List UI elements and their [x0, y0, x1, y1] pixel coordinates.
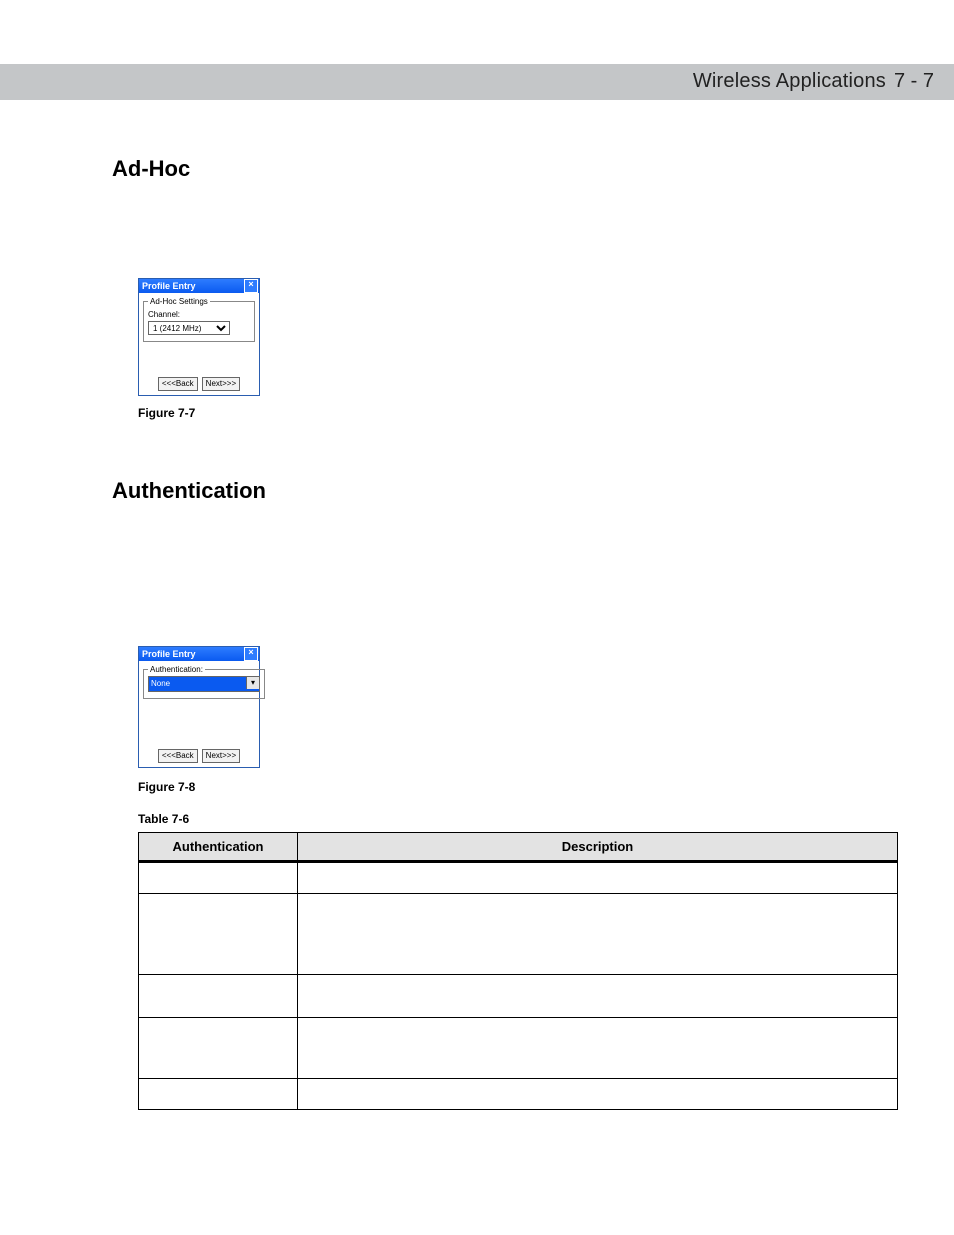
- table-header-authentication: Authentication: [139, 833, 298, 862]
- dialog-titlebar: Profile Entry ×: [139, 647, 259, 661]
- table-row: [139, 1018, 898, 1079]
- table-cell-auth: [139, 1079, 298, 1110]
- dialog-title: Profile Entry: [142, 281, 196, 291]
- header-title: Wireless Applications: [693, 70, 886, 93]
- authentication-table: Authentication Description: [138, 832, 898, 1110]
- profile-entry-dialog-auth: Profile Entry × Authentication: None ▾ <…: [138, 646, 260, 768]
- section-heading-adhoc: Ad-Hoc: [112, 156, 190, 182]
- table-cell-auth: [139, 862, 298, 894]
- authentication-group: Authentication: None ▾: [143, 665, 265, 699]
- table-cell-auth: [139, 894, 298, 975]
- figure-caption-7-8: Figure 7-8: [138, 780, 195, 794]
- table-row: [139, 1079, 898, 1110]
- back-button[interactable]: <<<Back: [158, 749, 198, 763]
- table-cell-desc: [298, 1079, 898, 1110]
- table-cell-auth: [139, 1018, 298, 1079]
- next-button[interactable]: Next>>>: [202, 749, 240, 763]
- adhoc-settings-group: Ad-Hoc Settings Channel: 1 (2412 MHz): [143, 297, 255, 342]
- authentication-value: None: [151, 678, 170, 690]
- channel-label: Channel:: [148, 310, 250, 319]
- dialog-button-row: <<<Back Next>>>: [139, 749, 259, 763]
- group-legend: Authentication:: [148, 665, 205, 674]
- next-button[interactable]: Next>>>: [202, 377, 240, 391]
- figure-caption-7-7: Figure 7-7: [138, 406, 195, 420]
- header-page-number: 7 - 7: [894, 70, 934, 93]
- close-icon[interactable]: ×: [244, 647, 258, 661]
- table-row: [139, 894, 898, 975]
- section-heading-authentication: Authentication: [112, 478, 266, 504]
- dialog-title: Profile Entry: [142, 649, 196, 659]
- document-page: Wireless Applications 7 - 7 Ad-Hoc Profi…: [0, 0, 954, 1235]
- back-button[interactable]: <<<Back: [158, 377, 198, 391]
- table-cell-desc: [298, 975, 898, 1018]
- page-header-band: Wireless Applications 7 - 7: [0, 64, 954, 100]
- dialog-body: Authentication: None ▾: [139, 661, 259, 699]
- authentication-select[interactable]: None ▾: [148, 676, 260, 692]
- table-cell-auth: [139, 975, 298, 1018]
- table-cell-desc: [298, 1018, 898, 1079]
- table-row: [139, 975, 898, 1018]
- dialog-body: Ad-Hoc Settings Channel: 1 (2412 MHz): [139, 293, 259, 342]
- dialog-button-row: <<<Back Next>>>: [139, 377, 259, 391]
- table-header-row: Authentication Description: [139, 833, 898, 862]
- group-legend: Ad-Hoc Settings: [148, 297, 210, 306]
- profile-entry-dialog-adhoc: Profile Entry × Ad-Hoc Settings Channel:…: [138, 278, 260, 396]
- table-cell-desc: [298, 862, 898, 894]
- channel-select[interactable]: 1 (2412 MHz): [148, 321, 230, 335]
- close-icon[interactable]: ×: [244, 279, 258, 293]
- table-header-description: Description: [298, 833, 898, 862]
- table-caption-7-6: Table 7-6: [138, 812, 189, 826]
- table-row: [139, 862, 898, 894]
- dialog-titlebar: Profile Entry ×: [139, 279, 259, 293]
- table-cell-desc: [298, 894, 898, 975]
- chevron-down-icon: ▾: [246, 677, 259, 689]
